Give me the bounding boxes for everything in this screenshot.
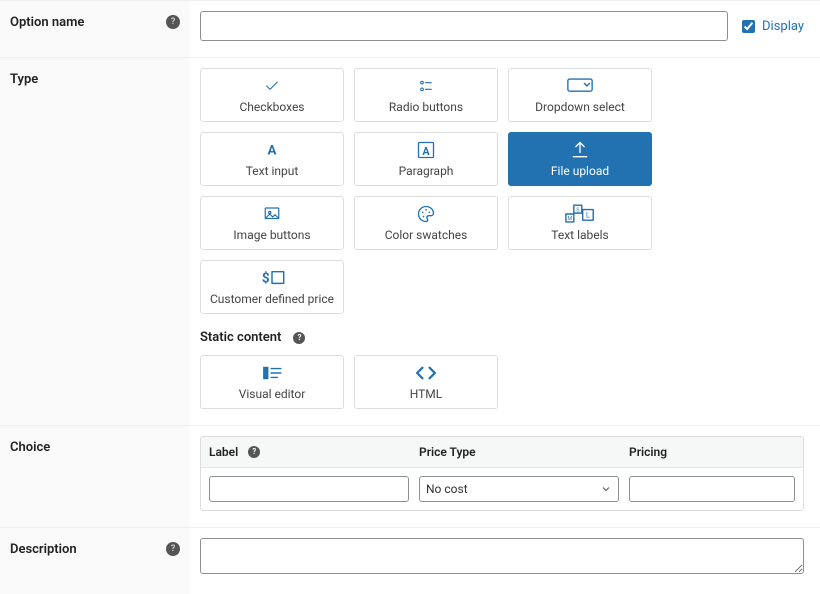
svg-text:A: A (268, 144, 277, 159)
choice-header-price-type: Price Type (419, 445, 619, 459)
type-tile-image-buttons[interactable]: Image buttons (200, 196, 344, 250)
row-description: Description ? (0, 527, 820, 594)
static-content-heading: Static content ? (200, 330, 804, 345)
label-col-description: Description ? (0, 528, 190, 594)
type-tile-checkboxes[interactable]: Checkboxes (200, 68, 344, 122)
label-col-type: Type (0, 58, 190, 425)
content-description (190, 528, 820, 594)
tile-caption: Radio buttons (389, 100, 463, 114)
price-type-value: No cost (426, 482, 600, 496)
radio-list-icon (416, 76, 436, 96)
label-col-choice: Choice (0, 426, 190, 527)
tile-caption: Dropdown select (535, 100, 625, 114)
code-icon (413, 363, 439, 383)
choice-label-input[interactable] (209, 476, 409, 502)
dropdown-icon (567, 76, 593, 96)
tile-caption: Text input (246, 164, 299, 178)
choice-label: Choice (10, 440, 180, 455)
editor-icon (261, 363, 283, 383)
content-choice: Label ? Price Type Pricing No cost (190, 426, 820, 527)
option-name-label: Option name (10, 15, 160, 30)
image-icon (262, 204, 282, 224)
help-icon[interactable]: ? (248, 446, 260, 458)
type-tile-text-labels[interactable]: SM L Text labels (508, 196, 652, 250)
type-tile-dropdown[interactable]: Dropdown select (508, 68, 652, 122)
tile-caption: HTML (410, 387, 443, 401)
type-tile-color-swatches[interactable]: Color swatches (354, 196, 498, 250)
help-icon[interactable]: ? (166, 542, 180, 556)
pricing-input[interactable] (629, 476, 795, 502)
display-checkbox[interactable] (742, 20, 755, 33)
row-option-name: Option name ? Display (0, 0, 820, 57)
option-name-input[interactable] (200, 11, 728, 41)
tile-caption: Color swatches (385, 228, 468, 242)
content-type: CheckboxesRadio buttonsDropdown selectAT… (190, 58, 820, 425)
type-tile-grid: CheckboxesRadio buttonsDropdown selectAT… (200, 68, 804, 314)
description-textarea[interactable] (200, 538, 804, 574)
check-icon (262, 76, 282, 96)
tile-caption: Text labels (551, 228, 608, 242)
row-type: Type Checkboxes Radio buttons Dropdown sel… (0, 57, 820, 425)
type-tile-paragraph[interactable]: A Paragraph (354, 132, 498, 186)
type-tile-file-upload[interactable]: File upload (508, 132, 652, 186)
letter-a-box-icon: A (416, 140, 436, 160)
type-tile-html[interactable]: HTML (354, 355, 498, 409)
display-checkbox-wrap[interactable]: Display (738, 17, 804, 36)
svg-text:L: L (586, 211, 590, 220)
content-option-name: Display (190, 1, 820, 57)
svg-text:A: A (422, 145, 430, 158)
choice-header-pricing: Pricing (629, 445, 795, 459)
letter-a-icon: A (264, 140, 280, 160)
choice-data-row: No cost (201, 468, 803, 510)
choice-table: Label ? Price Type Pricing No cost (200, 436, 804, 511)
row-choice: Choice Label ? Price Type Pricing No cos… (0, 425, 820, 527)
type-tile-visual-editor[interactable]: Visual editor (200, 355, 344, 409)
svg-text:S: S (576, 207, 579, 213)
chevron-down-icon (600, 483, 612, 495)
sml-icon: SM L (565, 204, 595, 224)
tile-caption: Image buttons (233, 228, 310, 242)
svg-text:$: $ (262, 271, 270, 287)
type-label: Type (10, 72, 180, 87)
upload-icon (570, 140, 590, 160)
svg-text:M: M (568, 216, 573, 222)
type-tile-radio[interactable]: Radio buttons (354, 68, 498, 122)
type-tile-customer-price[interactable]: $ Customer defined price (200, 260, 344, 314)
tile-caption: Checkboxes (240, 100, 305, 114)
palette-icon (415, 204, 437, 224)
static-tile-grid: Visual editor HTML (200, 355, 804, 409)
dollar-box-icon: $ (257, 268, 287, 288)
tile-caption: Customer defined price (210, 292, 334, 306)
description-label: Description (10, 542, 160, 557)
type-tile-text-input[interactable]: A Text input (200, 132, 344, 186)
display-checkbox-label: Display (762, 19, 804, 34)
help-icon[interactable]: ? (166, 15, 180, 29)
choice-header-row: Label ? Price Type Pricing (201, 437, 803, 468)
tile-caption: Paragraph (399, 164, 454, 178)
tile-caption: Visual editor (239, 387, 306, 401)
choice-header-label: Label ? (209, 445, 409, 459)
price-type-select[interactable]: No cost (419, 476, 619, 502)
label-col-option-name: Option name ? (0, 1, 190, 57)
tile-caption: File upload (551, 164, 609, 178)
help-icon[interactable]: ? (293, 332, 305, 344)
